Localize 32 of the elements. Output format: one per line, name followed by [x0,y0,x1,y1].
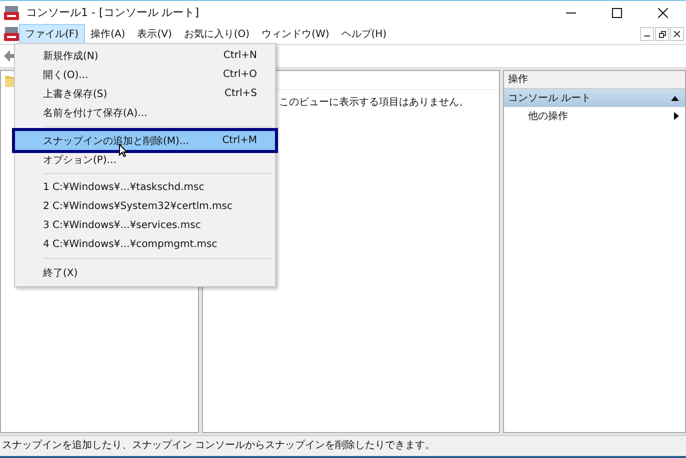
menu-item[interactable]: ファイル(F) [20,25,84,43]
collapse-icon[interactable] [671,96,679,100]
menu-entry[interactable]: スナップインの追加と削除(M)... Ctrl+M [15,131,275,150]
pane-header: 操作 [504,71,685,89]
menu-entry[interactable]: 上書き保存(S) Ctrl+S [17,84,273,103]
menu-entry[interactable]: 名前を付けて保存(A)... [17,103,273,122]
menu-entry[interactable]: 1 C:¥Windows¥...¥taskschd.msc [17,178,273,197]
minimize-icon[interactable] [640,27,654,41]
menu-item[interactable]: ヘルプ(H) [336,25,392,43]
console-app-icon [4,6,20,20]
menu-entry[interactable]: 開く(O)... Ctrl+O [17,65,273,84]
status-bar: スナップインを追加したり、スナップイン コンソールからスナップインを削除したりできます。 [0,435,686,458]
mouse-pointer-icon [119,144,128,157]
empty-message: このビューに表示する項目はありません。 [279,96,469,109]
menu-entry[interactable]: オプション(P)... [17,150,273,169]
close-icon[interactable] [658,8,668,18]
menu-entry[interactable]: 2 C:¥Windows¥System32¥certlm.msc [17,197,273,216]
window-title: コンソール1 - [コンソール ルート] [26,5,200,20]
menu-entry[interactable]: 終了(X) [17,263,273,282]
maximize-icon[interactable] [612,8,622,18]
submenu-arrow-icon [674,112,679,120]
menu-item[interactable]: ウィンドウ(W) [256,25,334,43]
menu-item[interactable]: お気に入り(O) [178,25,255,43]
menu-item[interactable]: 操作(A) [86,25,130,43]
action-item[interactable]: 他の操作 [504,107,685,125]
restore-icon[interactable] [655,27,669,41]
console-app-icon[interactable] [4,27,20,41]
menu-entry[interactable]: 4 C:¥Windows¥...¥compmgmt.msc [17,235,273,254]
menu-entry[interactable]: 新規作成(N) Ctrl+N [17,46,273,65]
section-header[interactable]: コンソール ルート [504,89,685,107]
menu-entry[interactable]: 3 C:¥Windows¥...¥services.msc [17,216,273,235]
menu-item[interactable]: 表示(V) [132,25,177,43]
